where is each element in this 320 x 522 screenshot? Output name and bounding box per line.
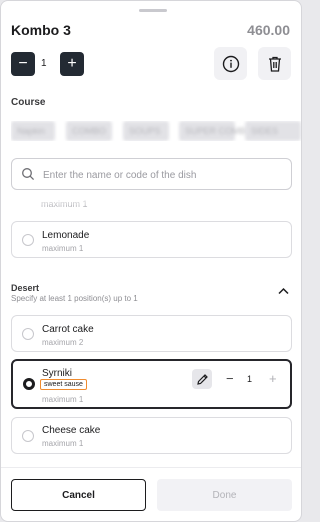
course-chip[interactable]: SIDES — [245, 121, 301, 141]
search-input[interactable] — [43, 165, 283, 185]
quantity-value: 1 — [41, 58, 47, 69]
option-max: maximum 1 — [42, 395, 84, 404]
course-chip[interactable]: SUPER COMBO — [179, 121, 253, 141]
option-name: Carrot cake — [42, 324, 94, 335]
dish-title: Kombo 3 — [11, 22, 71, 38]
dish-price: 460.00 — [247, 22, 290, 38]
option-carrot-cake[interactable]: Carrot cake maximum 2 — [11, 315, 292, 352]
increase-quantity-button[interactable]: + — [60, 52, 84, 76]
pencil-icon — [196, 373, 208, 385]
option-max: maximum 2 — [42, 338, 84, 347]
footer-divider — [1, 467, 301, 468]
done-button[interactable]: Done — [157, 479, 292, 511]
edit-note-button[interactable] — [192, 369, 212, 389]
cancel-button[interactable]: Cancel — [11, 479, 146, 511]
course-chip[interactable]: SOUPS — [123, 121, 169, 141]
radio-checked[interactable] — [23, 378, 35, 390]
option-max: maximum 1 — [42, 439, 84, 448]
option-name: Cheese cake — [42, 425, 101, 436]
course-chip[interactable]: COMBO — [66, 121, 112, 141]
decrease-option-button[interactable]: − — [226, 371, 234, 386]
scroll-fade — [1, 191, 301, 205]
decrease-quantity-button[interactable]: − — [11, 52, 35, 76]
option-count: 1 — [247, 374, 253, 384]
option-name: Lemonade — [42, 230, 90, 241]
chevron-up-icon[interactable] — [278, 287, 289, 295]
desert-hint: Specify at least 1 position(s) up to 1 — [11, 294, 138, 303]
course-label: Course — [11, 97, 46, 108]
radio-unchecked[interactable] — [22, 328, 34, 340]
search-icon — [22, 168, 35, 181]
trash-icon — [268, 56, 281, 72]
course-chips: Napkin COMBO SOUPS SUPER COMBO SIDES — [11, 121, 301, 141]
dish-sheet: Kombo 3 460.00 − 1 + Course Napkin COMBO… — [0, 0, 302, 522]
option-name: Syrniki — [42, 368, 73, 379]
course-chip[interactable]: Napkin — [11, 121, 55, 141]
radio-unchecked[interactable] — [22, 430, 34, 442]
info-icon — [222, 55, 239, 72]
delete-button[interactable] — [258, 47, 291, 80]
dish-search[interactable] — [11, 158, 292, 190]
info-button[interactable] — [214, 47, 247, 80]
option-lemonade[interactable]: Lemonade maximum 1 — [11, 221, 292, 258]
radio-unchecked[interactable] — [22, 234, 34, 246]
option-note: sweet sause — [40, 379, 87, 390]
option-max: maximum 1 — [42, 244, 84, 253]
option-cheese-cake[interactable]: Cheese cake maximum 1 — [11, 417, 292, 454]
increase-option-button[interactable]: + — [269, 371, 277, 386]
desert-title: Desert — [11, 283, 40, 293]
sheet-grabber[interactable] — [139, 9, 167, 12]
option-syrniki[interactable]: Syrniki sweet sause maximum 1 − 1 + — [11, 359, 292, 409]
